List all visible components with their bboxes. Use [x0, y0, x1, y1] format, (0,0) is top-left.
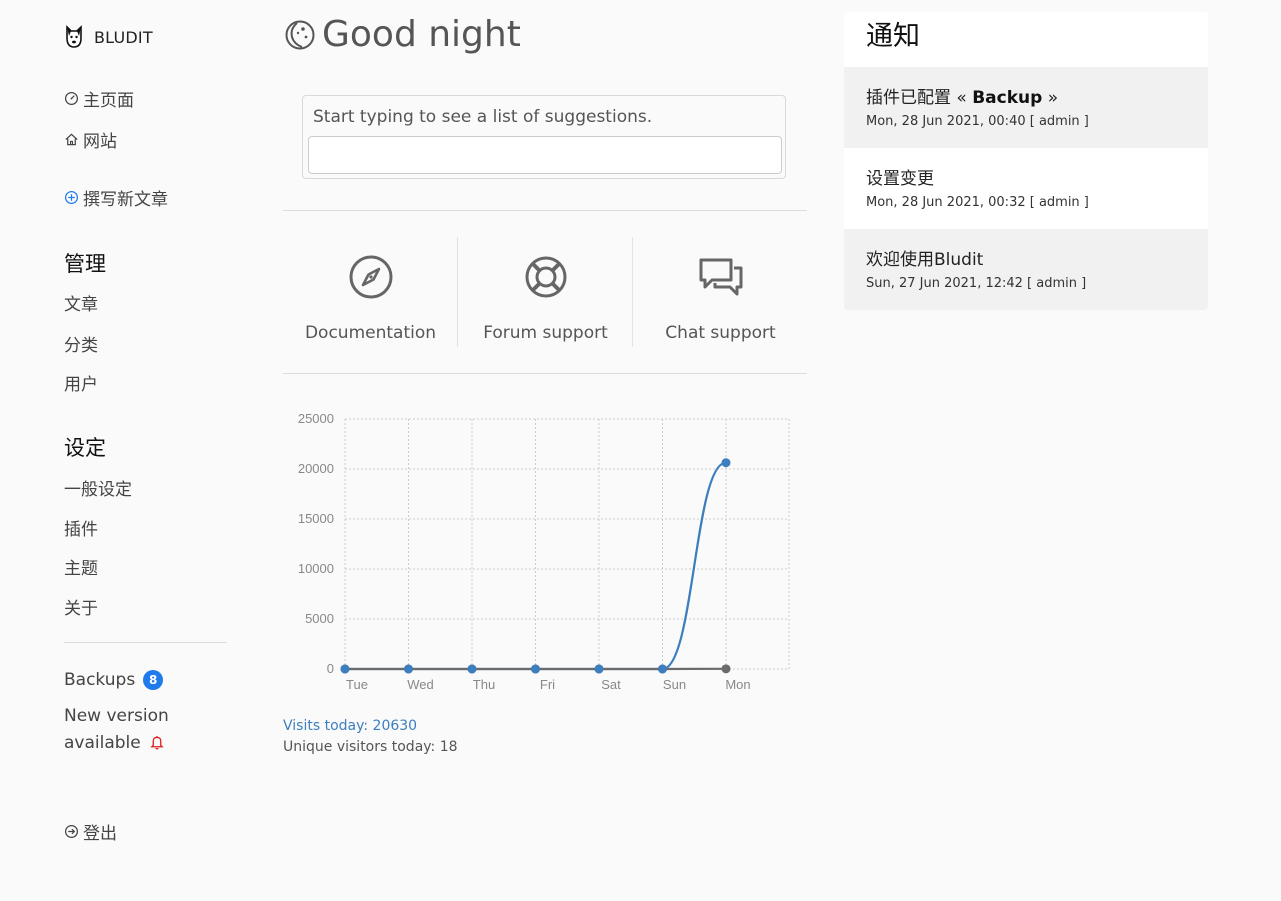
notifications-title: 通知: [866, 21, 920, 52]
brand-name: BLUDIT: [94, 27, 153, 47]
notification-time: Sun, 27 Jun 2021, 12:42 [ admin ]: [866, 276, 1087, 291]
sidebar-item-label: 主页面: [83, 91, 134, 111]
unique-visitors-today: Unique visitors today: 18: [283, 739, 458, 755]
visits-point: [594, 664, 604, 674]
logout-icon: [64, 824, 79, 839]
forum-support-link[interactable]: Forum support: [458, 237, 633, 347]
plus-circle-icon: [64, 190, 79, 205]
forum-support-label: Forum support: [483, 323, 608, 343]
sidebar-item-categories[interactable]: 分类: [64, 331, 98, 356]
x-tick-label: Wed: [407, 677, 434, 692]
settings-heading: 设定: [64, 436, 106, 460]
notification-text: 插件已配置 «: [866, 88, 973, 108]
sidebar-item-about[interactable]: 关于: [64, 594, 98, 619]
greeting: Good night: [284, 14, 521, 55]
moon-icon: [285, 20, 315, 49]
x-tick-label: Sun: [663, 677, 686, 692]
life-ring-icon: [525, 256, 566, 298]
divider: [283, 210, 807, 211]
notification-item: 设置变更 Mon, 28 Jun 2021, 00:32 [ admin ]: [844, 148, 1208, 229]
unique-visitors-point: [721, 664, 731, 674]
visits-point: [721, 458, 731, 468]
x-tick-label: Tue: [346, 677, 368, 692]
sidebar-item-dashboard[interactable]: 主页面: [64, 86, 134, 111]
visits-point: [404, 664, 413, 674]
bell-icon: [150, 735, 164, 750]
visits-series-line: [345, 461, 727, 671]
visits-point: [531, 664, 540, 674]
y-tick-label: 5000: [305, 611, 334, 626]
greeting-text: Good night: [322, 14, 521, 55]
x-tick-label: Sat: [601, 677, 621, 692]
documentation-label: Documentation: [304, 323, 437, 343]
notification-item: 欢迎使用Bludit Sun, 27 Jun 2021, 12:42 [ adm…: [844, 229, 1208, 310]
x-tick-label: Fri: [540, 677, 555, 692]
divider: [283, 373, 807, 374]
sidebar-item-content[interactable]: 文章: [64, 290, 98, 315]
sidebar-item-themes[interactable]: 主题: [64, 554, 98, 579]
notification-plugin-name: Backup: [972, 88, 1043, 108]
y-tick-label: 25000: [298, 411, 334, 426]
visits-point: [467, 664, 477, 674]
y-tick-label: 10000: [298, 561, 334, 576]
notification-time: Mon, 28 Jun 2021, 00:32 [ admin ]: [866, 195, 1089, 210]
documentation-link[interactable]: Documentation: [283, 237, 458, 347]
y-tick-label: 0: [327, 661, 334, 676]
sidebar-divider: [64, 642, 227, 643]
search-input[interactable]: [308, 136, 782, 174]
home-icon: [65, 133, 78, 146]
chat-bubbles-icon: [699, 258, 742, 296]
manage-heading: 管理: [64, 252, 106, 276]
sidebar-item-new-content[interactable]: 撰写新文章: [64, 185, 168, 210]
sidebar-item-label: Backups: [64, 670, 136, 690]
sidebar-item-website[interactable]: 网站: [64, 127, 117, 152]
notification-message: 插件已配置 « Backup »: [866, 83, 1058, 108]
notification-item: 插件已配置 « Backup » Mon, 28 Jun 2021, 00:40…: [844, 67, 1208, 148]
sidebar-item-users[interactable]: 用户: [64, 370, 98, 395]
visits-point: [340, 664, 350, 674]
search-hint: Start typing to see a list of suggestion…: [313, 107, 653, 127]
dog-logo-icon: [66, 25, 82, 48]
notification-message: 设置变更: [866, 169, 934, 189]
y-tick-label: 15000: [298, 511, 334, 526]
visits-chart: 0 5000 10000 15000 20000 25000 Tue Wed Thu Fri Sat…: [298, 411, 790, 692]
y-tick-label: 20000: [298, 461, 334, 476]
sidebar-item-plugins[interactable]: 插件: [64, 515, 98, 540]
chat-support-link[interactable]: Chat support: [633, 237, 808, 347]
notification-time: Mon, 28 Jun 2021, 00:40 [ admin ]: [866, 114, 1089, 129]
x-tick-label: Mon: [725, 677, 750, 692]
sidebar-item-backups[interactable]: Backups 8: [64, 670, 164, 690]
backups-count-badge: 8: [143, 670, 164, 690]
search-card: Start typing to see a list of suggestion…: [302, 95, 786, 179]
logout-label: 登出: [83, 824, 117, 844]
sidebar-item-label: 网站: [83, 132, 117, 152]
notification-text: »: [1042, 88, 1059, 108]
sidebar-item-general[interactable]: 一般设定: [64, 475, 132, 500]
brand[interactable]: BLUDIT: [64, 25, 153, 49]
logout-link[interactable]: 登出: [64, 819, 117, 844]
visits-today: Visits today: 20630: [283, 718, 418, 734]
x-tick-label: Thu: [473, 677, 495, 692]
new-version-link[interactable]: New version available: [64, 703, 204, 757]
compass-icon: [349, 255, 392, 299]
notifications-panel: 通知 插件已配置 « Backup » Mon, 28 Jun 2021, 00…: [844, 12, 1208, 310]
dashboard-icon: [64, 91, 79, 106]
chat-support-label: Chat support: [665, 323, 776, 343]
notification-message: 欢迎使用Bludit: [866, 250, 984, 270]
visits-point: [658, 664, 667, 674]
sidebar-item-label: 撰写新文章: [83, 190, 168, 210]
